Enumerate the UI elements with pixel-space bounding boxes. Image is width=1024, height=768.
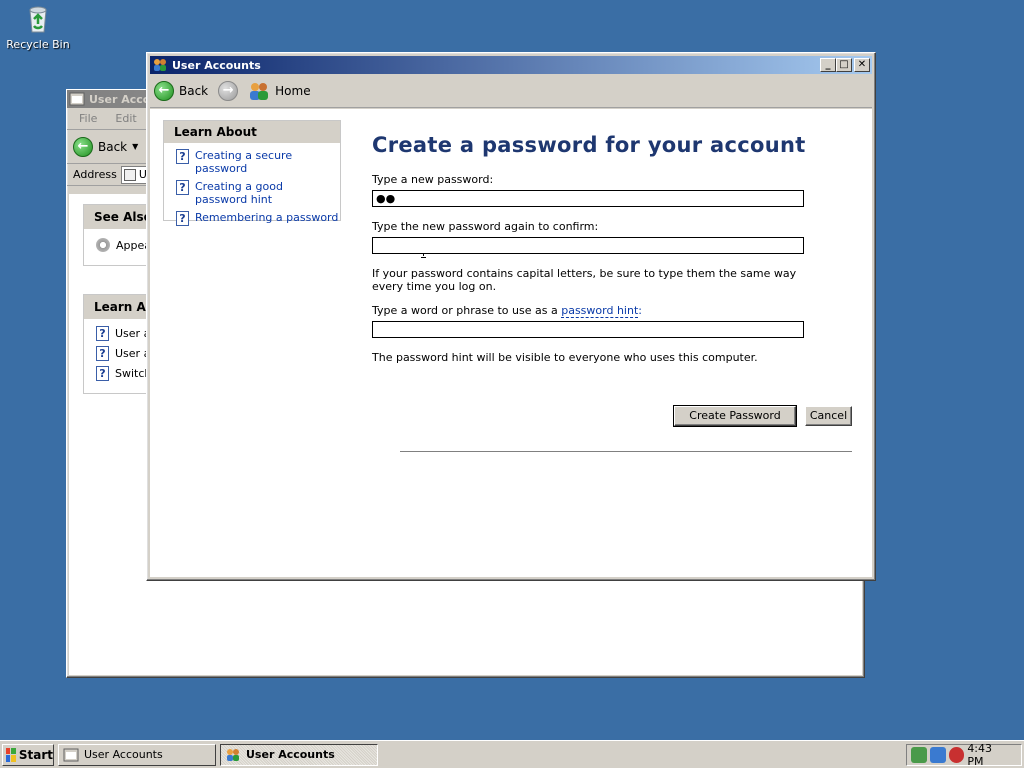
window-titlebar[interactable]: User Accounts _ □ ✕ — [150, 56, 872, 74]
help-icon: ? — [176, 211, 189, 226]
windows-logo-icon — [6, 747, 16, 762]
confirm-password-label: Type the new password again to confirm: — [372, 220, 599, 233]
navigation-bar: ← Back → Home — [150, 74, 872, 108]
create-password-button[interactable]: Create Password — [673, 405, 797, 427]
taskbar-item-user-accounts[interactable]: User Accounts — [58, 743, 216, 766]
recycle-bin-label: Recycle Bin — [6, 38, 70, 51]
confirm-password-field[interactable] — [372, 237, 804, 254]
clock[interactable]: 4:43 PM — [967, 742, 1011, 768]
hint-label-prefix: Type a word or phrase to use as a — [372, 304, 562, 317]
background-back-label: Back — [98, 139, 128, 154]
home-users-icon — [248, 81, 270, 101]
divider — [400, 451, 852, 453]
menu-edit[interactable]: Edit — [115, 112, 136, 125]
learn-item-remembering-password[interactable]: ? Remembering a password — [164, 211, 340, 226]
learn-about-heading: Learn About — [164, 121, 340, 143]
system-tray: 4:43 PM — [906, 742, 1022, 768]
main-content: Learn About ? Creating a secure password… — [150, 109, 872, 577]
window-controls: _ □ ✕ — [820, 58, 870, 72]
appearance-icon — [96, 238, 110, 252]
tray-users-icon[interactable] — [929, 746, 946, 763]
window-title: User Accounts — [172, 58, 261, 72]
back-button[interactable]: ← Back — [154, 80, 209, 101]
hint-label-suffix: : — [638, 304, 642, 317]
chevron-down-icon[interactable]: ▼ — [132, 142, 138, 151]
home-button[interactable]: Home — [248, 81, 311, 101]
back-arrow-icon: ← — [154, 80, 174, 101]
forward-arrow-icon: → — [218, 80, 239, 101]
capital-letters-note: If your password contains capital letter… — [372, 267, 797, 293]
learn-item-label: Creating a good password hint — [195, 180, 283, 206]
user-accounts-icon — [69, 91, 85, 107]
window-icon — [63, 747, 79, 763]
learn-about-panel: Learn About ? Creating a secure password… — [163, 120, 341, 226]
help-icon: ? — [96, 325, 109, 341]
learn-item-label: Creating a secure password — [195, 149, 293, 175]
recycle-bin-desktop-icon[interactable]: Recycle Bin — [6, 2, 70, 51]
menu-file[interactable]: File — [79, 112, 97, 125]
hint-visibility-note: The password hint will be visible to eve… — [372, 351, 758, 364]
help-icon: ? — [96, 345, 109, 361]
taskbar-item-user-accounts-active[interactable]: User Accounts — [220, 743, 378, 766]
tray-security-shield-icon[interactable] — [948, 746, 965, 763]
new-password-label: Type a new password: — [372, 173, 494, 186]
maximize-button[interactable]: □ — [836, 58, 852, 72]
help-icon: ? — [176, 180, 189, 195]
password-hint-field[interactable] — [372, 321, 804, 338]
home-label: Home — [275, 83, 311, 98]
help-icon: ? — [96, 365, 109, 381]
taskbar-item-label: User Accounts — [246, 748, 335, 761]
background-back-button[interactable]: ← Back ▼ — [73, 136, 138, 157]
address-label: Address — [73, 168, 117, 181]
new-password-field[interactable]: ●● — [372, 190, 804, 207]
forward-button[interactable]: → — [218, 80, 239, 101]
tray-network-icon[interactable] — [911, 746, 927, 763]
back-label: Back — [179, 83, 209, 98]
password-hint-label: Type a word or phrase to use as a passwo… — [372, 304, 642, 318]
learn-item-label: Remembering a password — [195, 211, 339, 224]
taskbar: Start User Accounts User Accounts 4:43 P… — [0, 740, 1024, 768]
help-icon: ? — [176, 149, 189, 164]
user-accounts-icon — [225, 747, 241, 763]
page-icon — [123, 168, 136, 181]
learn-item-secure-password[interactable]: ? Creating a secure password — [164, 149, 340, 175]
password-hint-link[interactable]: password hint — [561, 304, 639, 318]
start-label: Start — [18, 747, 53, 762]
back-arrow-icon: ← — [73, 136, 93, 157]
learn-item-password-hint[interactable]: ? Creating a good password hint — [164, 180, 340, 206]
page-title: Create a password for your account — [372, 133, 806, 157]
user-accounts-icon — [152, 57, 168, 73]
user-accounts-window[interactable]: User Accounts _ □ ✕ ← Back → Home Learn — [146, 52, 876, 581]
cancel-button[interactable]: Cancel — [805, 406, 852, 426]
close-button[interactable]: ✕ — [854, 58, 870, 72]
minimize-button[interactable]: _ — [820, 58, 836, 72]
recycle-bin-icon — [22, 2, 54, 34]
taskbar-item-label: User Accounts — [84, 748, 163, 761]
start-button[interactable]: Start — [2, 743, 54, 766]
